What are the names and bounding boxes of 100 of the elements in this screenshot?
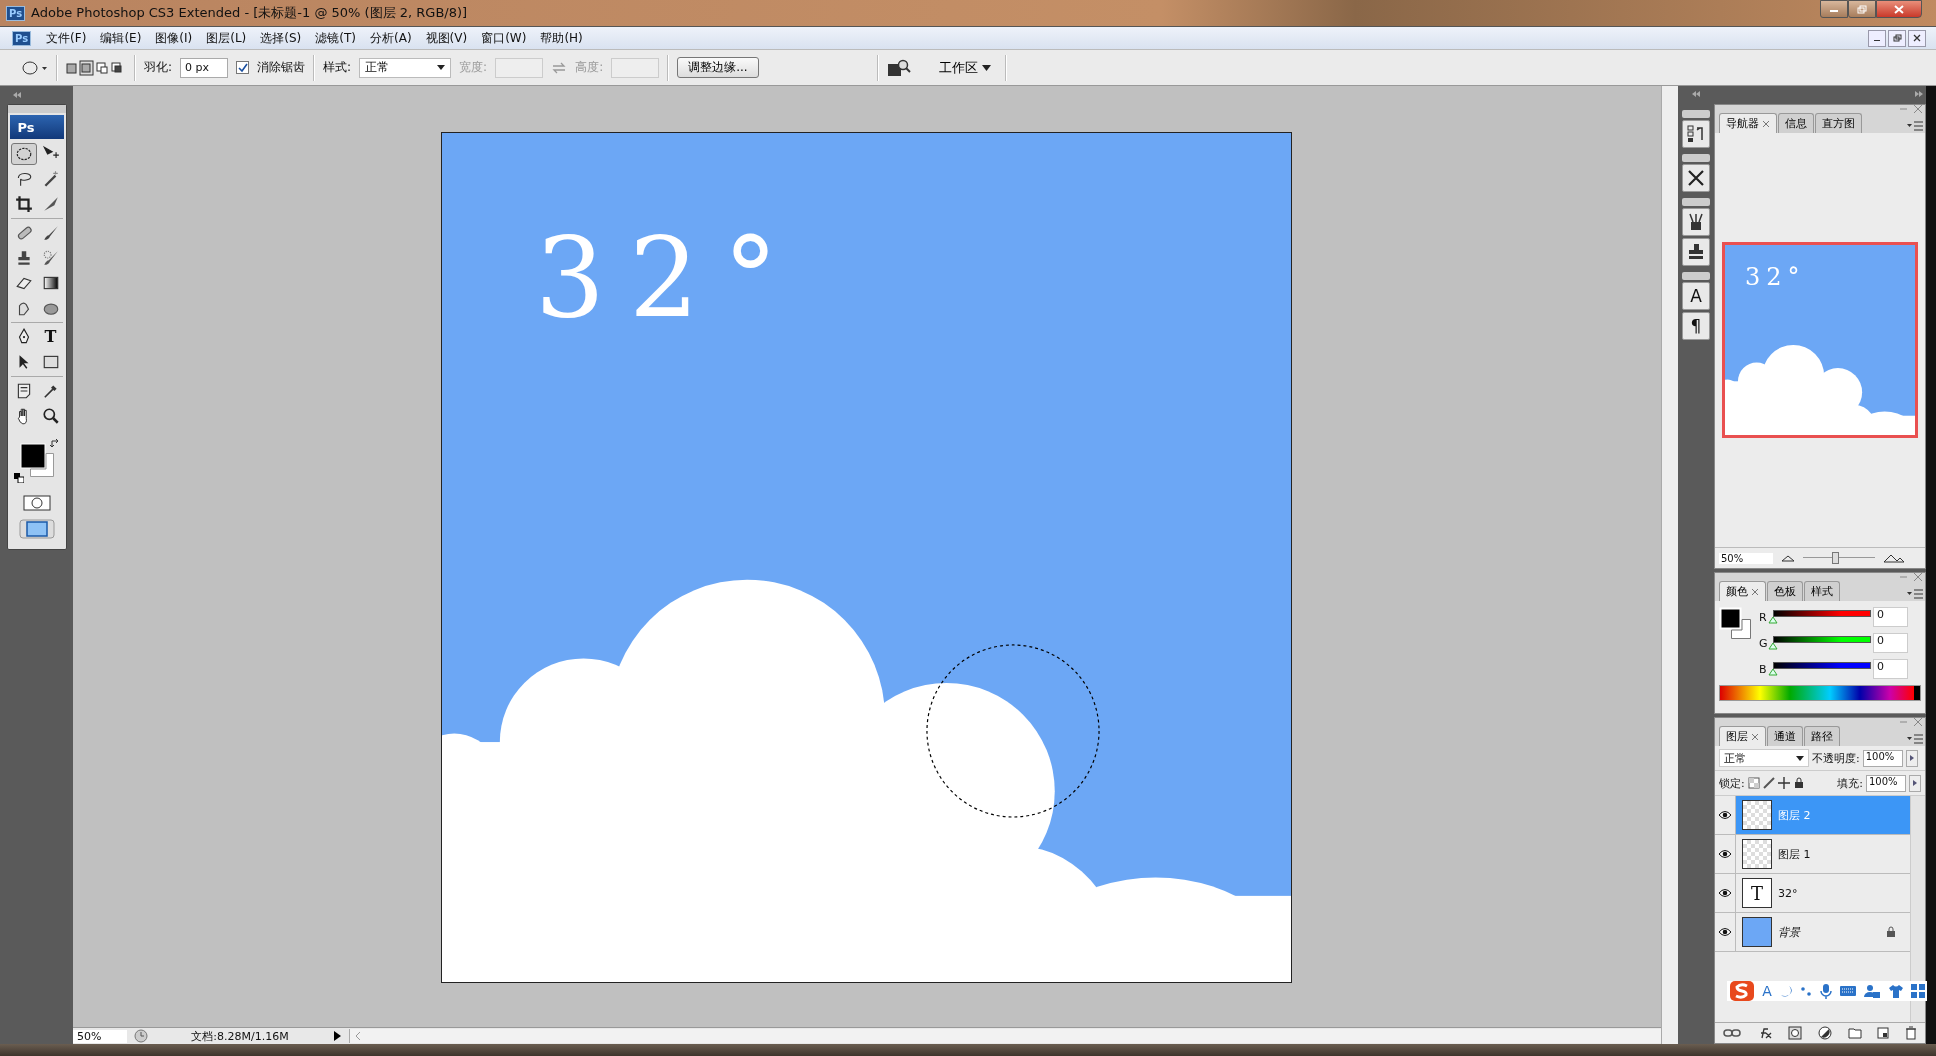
tool-slot[interactable]: T	[37, 326, 64, 348]
quick-mask-icon[interactable]	[22, 495, 51, 511]
swap-icon[interactable]	[49, 439, 60, 449]
channel-value-field[interactable]: 0	[1873, 659, 1908, 679]
folder-icon[interactable]	[1847, 1027, 1862, 1039]
channel-slider[interactable]	[1773, 662, 1871, 669]
shirt-icon[interactable]	[1887, 984, 1904, 998]
blend-mode-dropdown[interactable]: 正常	[1719, 749, 1809, 767]
menu-item[interactable]: 图层(L)	[201, 29, 252, 47]
default-colors-icon[interactable]	[13, 473, 24, 483]
menu-item[interactable]: 分析(A)	[365, 29, 417, 47]
panel-tab[interactable]: 样式	[1804, 581, 1840, 601]
panel-grip[interactable]	[7, 105, 66, 113]
status-icon[interactable]	[133, 1028, 149, 1044]
color-spectrum[interactable]	[1719, 685, 1921, 701]
panel-tab[interactable]: 信息	[1778, 113, 1814, 133]
restore-button[interactable]	[1888, 29, 1906, 47]
height-field[interactable]	[611, 57, 660, 78]
panel-button[interactable]	[1682, 120, 1710, 148]
close-icon[interactable]	[1751, 587, 1759, 596]
type-tool-icon[interactable]: T	[44, 329, 57, 345]
panel-menu-icon[interactable]	[1907, 121, 1923, 131]
layer-row[interactable]: T 32°	[1715, 874, 1910, 913]
screen-mode-icon[interactable]	[18, 519, 55, 539]
panel-tab[interactable]: 路径	[1804, 726, 1840, 746]
move-icon[interactable]	[1777, 777, 1790, 789]
close-icon[interactable]	[1751, 732, 1759, 741]
microphone-icon[interactable]	[1819, 983, 1832, 999]
panel-grip[interactable]	[1682, 272, 1710, 280]
panel-button[interactable]	[1682, 164, 1710, 192]
channel-value-field[interactable]: 0	[1873, 607, 1908, 627]
mask-icon[interactable]	[1788, 1026, 1803, 1040]
layer-row[interactable]: 背景	[1715, 913, 1910, 952]
layer-row[interactable]: 图层 1	[1715, 835, 1910, 874]
zoom-field[interactable]: 50%	[73, 1029, 127, 1043]
refine-edge-button[interactable]: 调整边缘...	[677, 57, 759, 78]
slider-thumb[interactable]	[1768, 642, 1778, 650]
expand-icon[interactable]	[1914, 90, 1924, 97]
panel-button[interactable]	[1682, 208, 1710, 236]
workspace-menu[interactable]: 工作区	[932, 57, 997, 78]
slider-thumb[interactable]	[1768, 668, 1778, 676]
width-field[interactable]	[495, 57, 544, 78]
close-button[interactable]	[1876, 0, 1922, 18]
close-icon[interactable]	[1762, 119, 1770, 128]
new-layer-icon[interactable]	[1877, 1027, 1890, 1039]
panel-grip[interactable]	[1682, 198, 1710, 206]
channel-slider[interactable]	[1773, 610, 1871, 617]
menu-item[interactable]: 滤镜(T)	[310, 29, 361, 47]
zoom-in-icon[interactable]	[1883, 553, 1905, 563]
panel-tab[interactable]: 通道	[1767, 726, 1803, 746]
fill-field[interactable]: 100%	[1866, 774, 1906, 792]
panel-tab[interactable]: 色板	[1767, 581, 1803, 601]
vertical-scrollbar[interactable]	[1910, 796, 1925, 1022]
brush-icon[interactable]	[1762, 777, 1775, 789]
grid-icon[interactable]	[1910, 984, 1925, 998]
foreground-swatch[interactable]	[1719, 607, 1742, 630]
adjustment-icon[interactable]	[1817, 1026, 1832, 1040]
style-dropdown[interactable]: 正常	[359, 57, 452, 78]
keyboard-icon[interactable]	[1839, 985, 1858, 997]
arrow-button[interactable]	[1905, 749, 1918, 767]
channel-value-field[interactable]: 0	[1873, 633, 1908, 653]
background-swatch[interactable]	[29, 453, 54, 477]
foreground-swatch[interactable]	[20, 443, 45, 469]
lock-transparency-icon[interactable]	[1747, 777, 1760, 789]
menu-item[interactable]: 窗口(W)	[476, 29, 532, 47]
opacity-field[interactable]: 100%	[1862, 749, 1903, 767]
minimize-button[interactable]	[1820, 0, 1848, 18]
menu-item[interactable]: 图像(I)	[150, 29, 198, 47]
character-button[interactable]: A	[1682, 282, 1710, 310]
collapse-icon[interactable]	[12, 92, 22, 98]
panel-tab[interactable]: 颜色	[1719, 581, 1766, 601]
slider-thumb[interactable]	[1768, 616, 1778, 624]
visibility-toggle[interactable]	[1715, 796, 1736, 834]
restore-button[interactable]	[1848, 0, 1876, 18]
input-mode[interactable]: A	[1762, 983, 1772, 999]
trash-icon[interactable]	[1905, 1026, 1918, 1040]
panel-button[interactable]	[1682, 238, 1710, 266]
lock-icon[interactable]	[1792, 777, 1805, 789]
menu-item[interactable]: 视图(V)	[420, 29, 473, 47]
punctuation-icon[interactable]	[1800, 985, 1813, 997]
paragraph-button[interactable]: ¶	[1682, 312, 1710, 340]
play-icon[interactable]	[331, 1029, 343, 1043]
channel-slider[interactable]	[1773, 636, 1871, 643]
background-swatch[interactable]	[1731, 619, 1751, 639]
menu-item[interactable]: 编辑(E)	[95, 29, 147, 47]
zoom-out-icon[interactable]	[1781, 554, 1795, 562]
vertical-scrollbar[interactable]	[1661, 86, 1678, 1044]
tool-preset-picker[interactable]	[22, 60, 48, 75]
link-icon[interactable]	[1722, 1028, 1741, 1038]
zoom-field[interactable]: 50%	[1719, 552, 1773, 564]
user-icon[interactable]	[1864, 984, 1881, 998]
menu-item[interactable]: 帮助(H)	[535, 29, 588, 47]
menu-item[interactable]: 文件(F)	[41, 29, 92, 47]
close-button[interactable]	[1908, 29, 1926, 47]
panel-tab[interactable]: 导航器	[1719, 113, 1777, 133]
collapse-icon[interactable]	[1691, 91, 1701, 97]
arrow-button[interactable]	[1909, 774, 1921, 792]
panel-tab[interactable]: 图层	[1719, 726, 1766, 746]
feather-field[interactable]: 0 px	[180, 57, 229, 78]
panel-tab[interactable]: 直方图	[1815, 113, 1862, 133]
